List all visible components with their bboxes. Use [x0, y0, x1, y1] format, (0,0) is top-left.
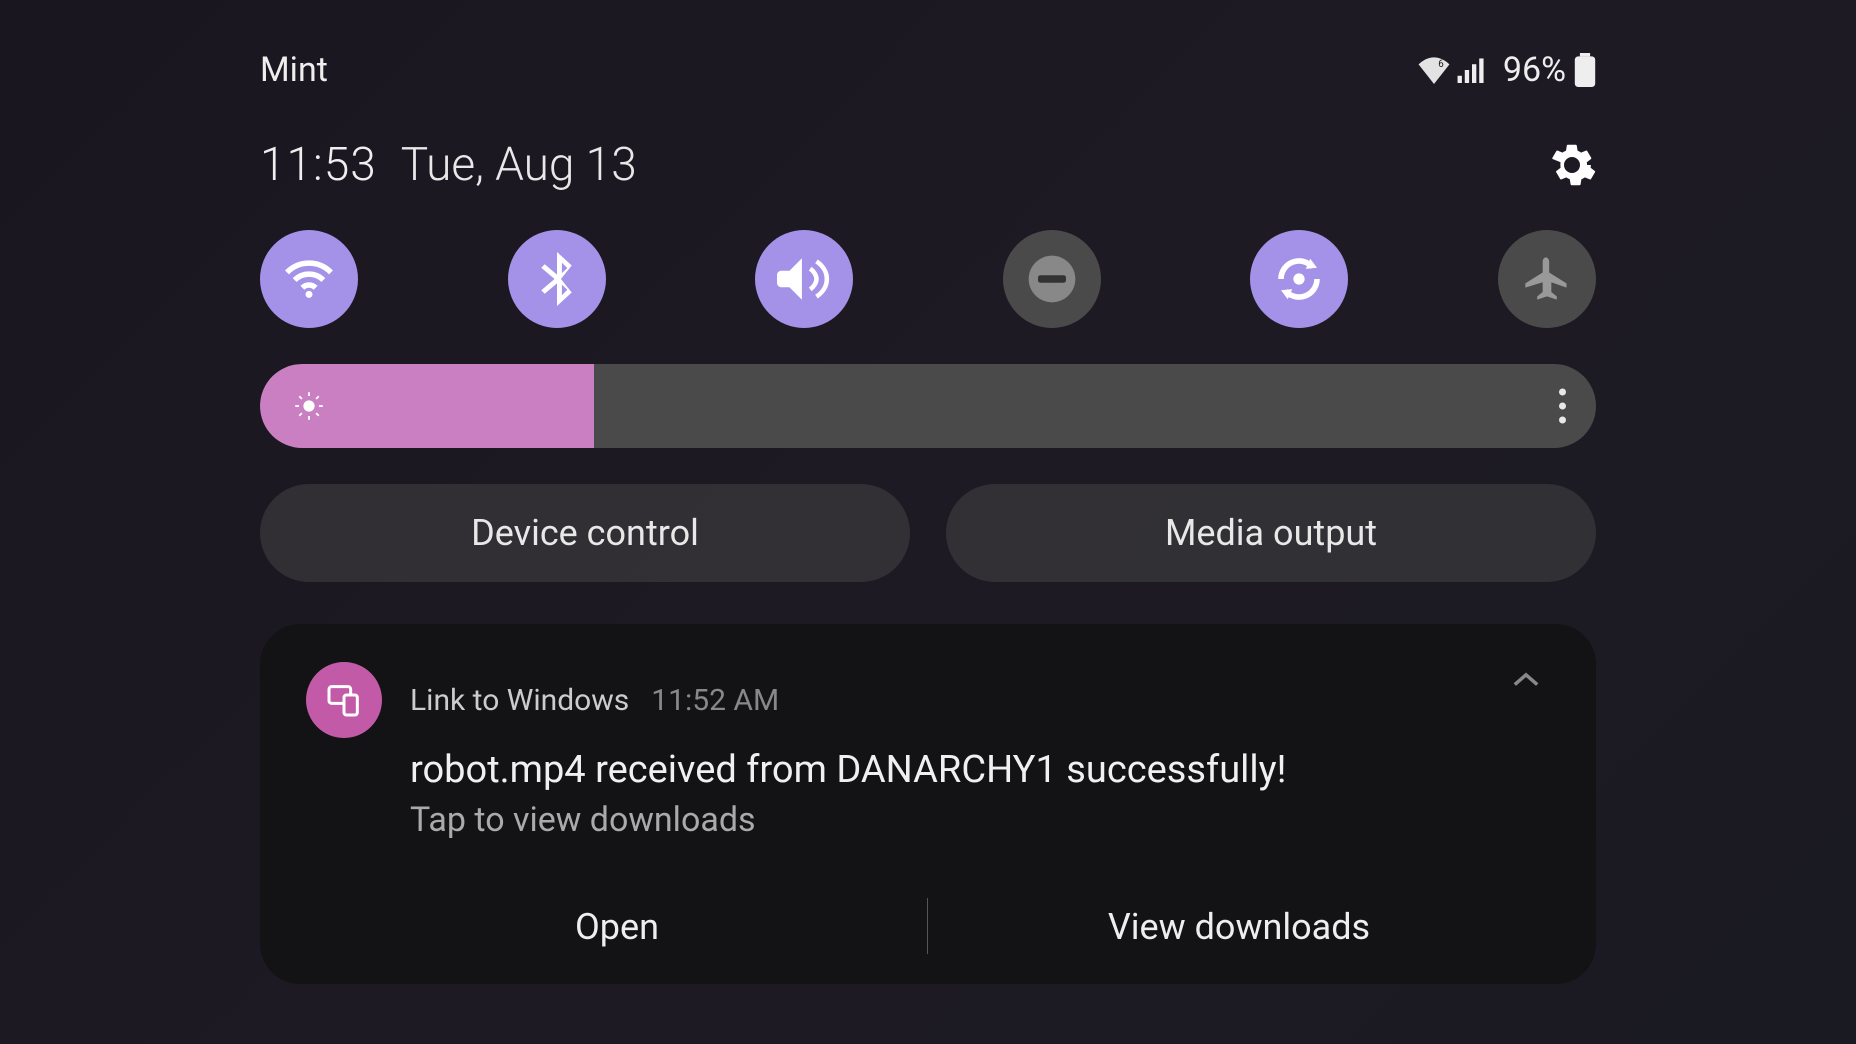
- view-downloads-label: View downloads: [1108, 906, 1370, 948]
- signal-status-icon: [1457, 57, 1487, 83]
- speaker-icon: [777, 255, 831, 303]
- carrier-label: Mint: [260, 50, 328, 90]
- dnd-toggle[interactable]: [1003, 230, 1101, 328]
- wifi-status-icon: 6: [1417, 56, 1451, 84]
- bluetooth-icon: [539, 252, 575, 306]
- status-icons: 6: [1417, 56, 1487, 84]
- notification-view-downloads-button[interactable]: View downloads: [928, 874, 1550, 984]
- device-control-label: Device control: [471, 512, 699, 554]
- bluetooth-toggle[interactable]: [508, 230, 606, 328]
- status-bar: Mint 6 96%: [260, 50, 1596, 90]
- svg-text:6: 6: [1438, 59, 1444, 70]
- brightness-more-button[interactable]: [1559, 389, 1566, 424]
- time-date: 11:53 Tue, Aug 13: [260, 138, 637, 192]
- notification-subtitle: Tap to view downloads: [410, 800, 1550, 840]
- dnd-icon: [1024, 251, 1080, 307]
- notification-title: robot.mp4 received from DANARCHY1 succes…: [410, 748, 1550, 792]
- wifi-icon: [282, 257, 336, 301]
- device-control-button[interactable]: Device control: [260, 484, 910, 582]
- rotate-toggle[interactable]: [1250, 230, 1348, 328]
- airplane-toggle[interactable]: [1498, 230, 1596, 328]
- chevron-up-icon: [1512, 670, 1540, 688]
- rotate-icon: [1272, 252, 1326, 306]
- battery-percent: 96%: [1503, 50, 1566, 90]
- link-to-windows-icon: [324, 680, 364, 720]
- notification-app-name: Link to Windows: [410, 683, 629, 718]
- notification-app-icon: [306, 662, 382, 738]
- sound-toggle[interactable]: [755, 230, 853, 328]
- notification-time: 11:52 AM: [651, 683, 779, 718]
- notification-open-button[interactable]: Open: [306, 874, 928, 984]
- gear-icon: [1548, 141, 1596, 189]
- notification-card[interactable]: Link to Windows 11:52 AM robot.mp4 recei…: [260, 624, 1596, 984]
- media-output-label: Media output: [1165, 512, 1377, 554]
- battery-icon: [1574, 53, 1596, 87]
- clock-date: Tue, Aug 13: [401, 138, 637, 192]
- settings-button[interactable]: [1548, 141, 1596, 189]
- notification-collapse-button[interactable]: [1512, 670, 1540, 688]
- open-label: Open: [575, 906, 659, 948]
- wifi-toggle[interactable]: [260, 230, 358, 328]
- clock-time: 11:53: [260, 138, 377, 192]
- brightness-icon: [294, 391, 324, 421]
- airplane-icon: [1521, 253, 1573, 305]
- brightness-slider[interactable]: [260, 364, 1596, 448]
- media-output-button[interactable]: Media output: [946, 484, 1596, 582]
